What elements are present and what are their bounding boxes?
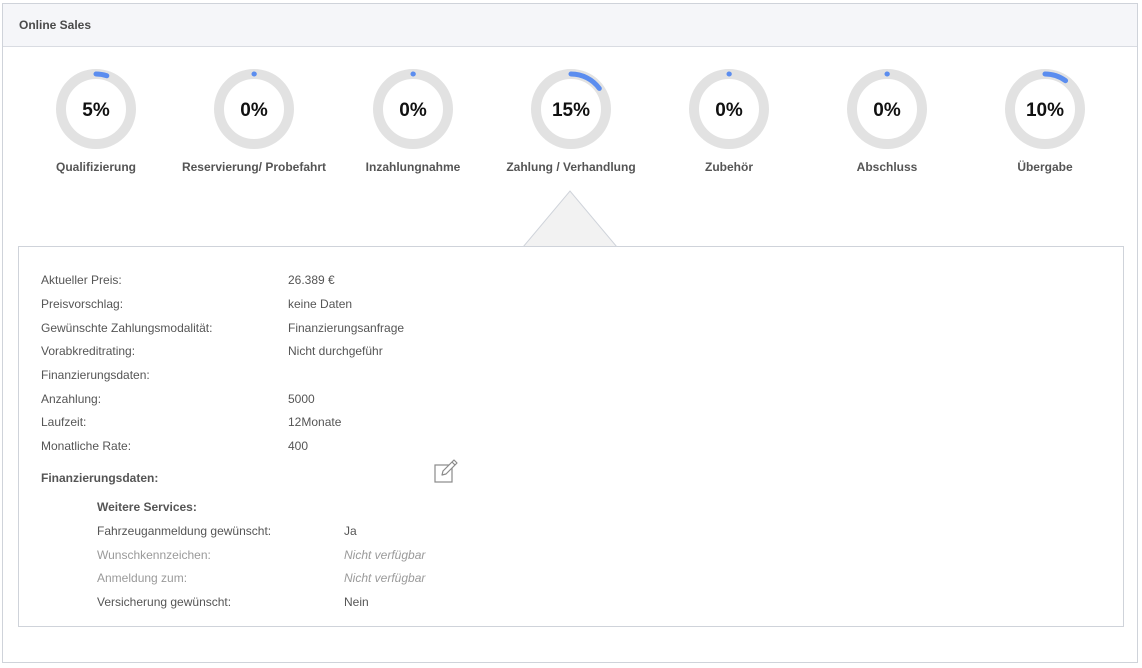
service-label: Wunschkennzeichen: (97, 548, 211, 562)
progress-ring: 0% (214, 69, 294, 149)
step-qualifizierung[interactable]: 5% Qualifizierung (11, 68, 181, 174)
step-zubehoer[interactable]: 0% Zubehör (644, 68, 814, 174)
detail-label: Anzahlung: (41, 392, 102, 406)
detail-label: Preisvorschlag: (41, 297, 124, 311)
step-inzahlungnahme[interactable]: 0% Inzahlungnahme (328, 68, 498, 174)
progress-ring: 0% (689, 69, 769, 149)
detail-label: Vorabkreditrating: (41, 344, 136, 358)
detail-label: Monatliche Rate: (41, 439, 132, 453)
selected-step-pointer (523, 190, 617, 248)
step-label: Zahlung / Verhandlung (506, 160, 636, 174)
finanzierungsdaten-heading: Finanzierungsdaten: (41, 471, 159, 485)
step-label: Qualifizierung (55, 160, 136, 174)
progress-percent: 0% (240, 100, 268, 121)
progress-ring: 5% (56, 69, 136, 149)
service-label: Fahrzeuganmeldung gewünscht: (97, 524, 272, 538)
step-abschluss[interactable]: 0% Abschluss (802, 68, 972, 174)
progress-ring: 10% (1005, 69, 1085, 149)
step-label: Zubehör (705, 160, 753, 174)
service-label: Anmeldung zum: (97, 571, 188, 585)
progress-steps: 5% Qualifizierung 0% Reservierung/ Probe… (3, 68, 1139, 188)
progress-percent: 0% (715, 100, 743, 121)
panel-title: Online Sales (3, 4, 1137, 47)
step-label: Übergabe (1017, 160, 1073, 174)
step-label: Inzahlungnahme (365, 160, 461, 174)
edit-icon (434, 459, 458, 483)
progress-percent: 10% (1026, 100, 1064, 121)
step-reservierung-probefahrt[interactable]: 0% Reservierung/ Probefahrt (169, 68, 339, 174)
progress-ring: 0% (373, 69, 453, 149)
progress-percent: 15% (552, 100, 590, 121)
step-uebergabe[interactable]: 10% Übergabe (960, 68, 1130, 174)
detail-value: 12Monate (288, 415, 342, 429)
edit-button[interactable] (433, 458, 459, 484)
detail-value: 5000 (288, 392, 315, 406)
weitere-services-heading: Weitere Services: (97, 500, 197, 514)
progress-arc (93, 71, 110, 79)
progress-percent: 0% (873, 100, 901, 121)
service-value: Nein (344, 595, 369, 609)
online-sales-panel: Online Sales 5% Qualifizierung 0% Reserv… (2, 3, 1138, 663)
progress-ring: 0% (847, 69, 927, 149)
detail-value: Nicht durchgeführ (288, 344, 383, 358)
service-label: Versicherung gewünscht: (97, 595, 232, 609)
detail-label: Laufzeit: (41, 415, 87, 429)
detail-value: keine Daten (288, 297, 353, 311)
detail-value: Finanzierungsanfrage (288, 321, 405, 335)
detail-label: Gewünschte Zahlungsmodalität: (41, 321, 213, 335)
step-details-panel: Aktueller Preis: 26.389 € Preisvorschlag… (18, 246, 1124, 627)
step-label: Abschluss (856, 160, 918, 174)
step-zahlung-verhandlung[interactable]: 15% Zahlung / Verhandlung (486, 68, 656, 174)
service-value: Nicht verfügbar (344, 571, 426, 585)
detail-label: Aktueller Preis: (41, 273, 122, 287)
progress-percent: 5% (82, 100, 110, 121)
service-value: Nicht verfügbar (344, 548, 426, 562)
service-value: Ja (344, 524, 357, 538)
detail-value: 26.389 € (288, 273, 335, 287)
step-label: Reservierung/ Probefahrt (181, 160, 327, 174)
progress-percent: 0% (399, 100, 427, 121)
detail-value: 400 (288, 439, 309, 453)
progress-ring: 15% (531, 69, 611, 149)
detail-label: Finanzierungsdaten: (41, 368, 150, 382)
